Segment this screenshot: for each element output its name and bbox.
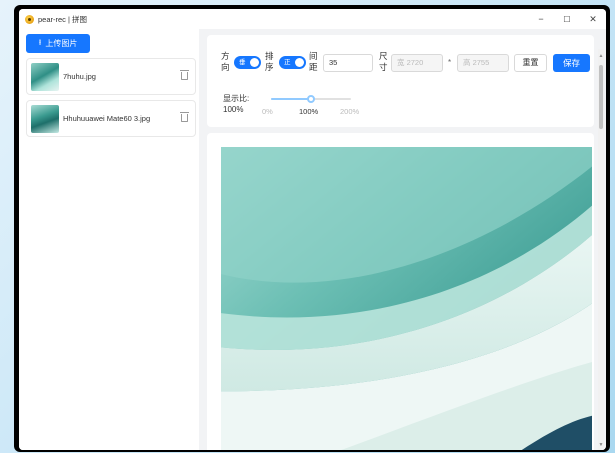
scroll-up-icon[interactable]: ▲ [598,53,604,59]
window-title: pear-rec | 拼图 [38,14,88,24]
order-label-top: 排 [265,51,274,61]
spacing-input[interactable]: 35 [323,54,373,72]
spacing-label-bottom: 距 [309,62,318,72]
delete-icon[interactable] [180,70,189,80]
zoom-value-text: 100% [223,105,244,114]
close-button[interactable]: ✕ [580,9,606,29]
reset-button[interactable]: 重置 [514,54,547,72]
window-controls: − ☐ ✕ [528,9,606,29]
zoom-mark-min: 0% [262,107,273,116]
maximize-button[interactable]: ☐ [554,9,580,29]
upload-button-label: 上传图片 [45,39,78,48]
size-label-top: 尺 [379,51,388,61]
zoom-slider[interactable] [271,95,351,103]
order-label: 排 序 [265,51,275,73]
file-name: 7huhu.jpg [63,72,96,81]
save-button[interactable]: 保存 [553,54,590,72]
upload-image-button[interactable]: ⭱ 上传图片 [26,34,90,53]
order-switch-text: 正 [284,59,291,66]
size-separator: * [448,58,452,67]
height-input[interactable]: 高 2755 [457,54,509,72]
width-input[interactable]: 宽 2720 [391,54,443,72]
app-body: ⭱ 上传图片 7huhu.jpg Hhuhuuawei Mate60 3.jpg… [19,29,606,450]
direction-label-top: 方 [221,51,230,61]
zoom-slider-fill [271,98,311,100]
file-item[interactable]: Hhuhuuawei Mate60 3.jpg [26,100,196,137]
switch-knob [250,58,259,67]
direction-switch-text: 垂 [239,59,246,66]
zoom-label: 显示比: 100% [223,93,249,115]
zoom-label-text: 显示比: [223,94,250,103]
zoom-mark-mid: 100% [299,107,319,116]
size-label: 尺 寸 [379,51,389,73]
zoom-mark-max: 200% [340,107,360,116]
upload-icon: ⭱ [38,37,42,47]
file-thumbnail [31,104,59,133]
direction-switch[interactable]: 垂 [234,56,261,69]
order-switch[interactable]: 正 [279,56,306,69]
switch-knob [295,58,304,67]
file-sidebar: ⭱ 上传图片 7huhu.jpg Hhuhuuawei Mate60 3.jpg [19,29,199,450]
titlebar[interactable]: pear-rec | 拼图 − ☐ ✕ [19,9,606,29]
vertical-scrollbar[interactable]: ▲ ▼ [598,49,604,450]
spacing-label: 间 距 [309,51,319,73]
order-label-bottom: 序 [265,62,274,72]
main-panel: 方 向 垂 排 序 正 间 距 35 尺 寸 宽 2720 * 高 2755 重… [205,29,594,450]
file-name: Hhuhuuawei Mate60 3.jpg [63,114,151,123]
spacing-label-top: 间 [309,51,318,61]
preview-image-graphic [221,147,592,450]
file-item[interactable]: 7huhu.jpg [26,58,196,95]
file-thumbnail [31,62,59,91]
settings-toolbar: 方 向 垂 排 序 正 间 距 35 尺 寸 宽 2720 * 高 2755 重… [207,35,594,127]
stitched-image-preview [221,147,592,450]
scrollbar-thumb[interactable] [599,65,603,129]
size-label-bottom: 寸 [379,62,388,72]
app-window: pear-rec | 拼图 − ☐ ✕ ⭱ 上传图片 7huhu.jpg Hhu… [19,9,606,450]
minimize-button[interactable]: − [528,9,554,29]
preview-canvas [207,133,594,450]
direction-label: 方 向 [221,51,231,73]
zoom-slider-handle[interactable] [307,95,315,103]
delete-icon[interactable] [180,112,189,122]
pear-app-icon [25,14,34,24]
direction-label-bottom: 向 [221,62,230,72]
scroll-down-icon[interactable]: ▼ [598,442,604,448]
